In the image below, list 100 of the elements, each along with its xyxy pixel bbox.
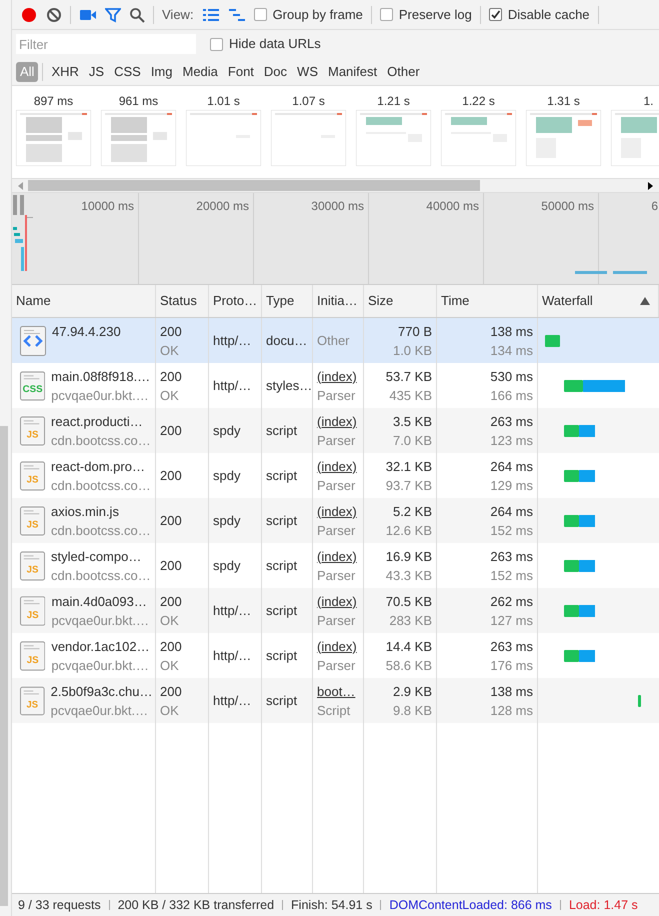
size-text: 3.5 KB [392, 412, 432, 430]
latency-text: 129 ms [490, 476, 533, 494]
size-text: 32.1 KB [386, 458, 432, 476]
initiator-link[interactable]: (index) [317, 366, 359, 386]
type-filter-tab[interactable]: Other [383, 62, 424, 82]
domain-text: cdn.bootcss.co… [51, 566, 147, 584]
waterfall-bar [564, 560, 595, 572]
request-row[interactable]: JS main.4d0a093… pcvqae0ur.bkt.… 200 OK http/… script (index) Parser 70.5 KB 283 KB 262 ms 127 ms [12, 588, 659, 633]
checkbox-label: Disable cache [508, 6, 590, 24]
file-icon: JS [20, 460, 46, 490]
latency-text: 166 ms [490, 386, 533, 404]
initiator-link[interactable]: (index) [317, 412, 359, 430]
list-view-icon[interactable] [202, 6, 220, 22]
latency-text: 127 ms [490, 612, 533, 630]
protocol-text: spdy [213, 422, 242, 440]
type-filter-tab[interactable]: Doc [260, 62, 292, 82]
video-camera-icon[interactable] [79, 8, 97, 22]
time-text: 138 ms [490, 682, 533, 700]
file-icon: JS [20, 640, 46, 670]
filter-field[interactable]: Filter [16, 34, 196, 54]
scrollbar-thumb[interactable] [28, 180, 480, 191]
type-text: script [266, 422, 298, 440]
initiator-link[interactable]: (index) [317, 592, 359, 610]
initiator-detail: Parser [317, 476, 356, 494]
scrollbar-thumb[interactable] [0, 426, 8, 906]
column-header[interactable]: Size [368, 291, 394, 311]
type-text: script [266, 512, 298, 530]
latency-text: 152 ms [490, 522, 533, 540]
initiator-link[interactable]: (index) [317, 636, 359, 656]
type-filter-tab[interactable]: Manifest [324, 62, 382, 82]
file-icon: JS [20, 506, 46, 536]
initiator-detail: Parser [317, 656, 356, 674]
type-filter-tab[interactable]: Font [224, 62, 258, 82]
sort-ascending-icon[interactable] [640, 297, 650, 305]
status-code: 200 [160, 422, 183, 440]
checkbox[interactable] [254, 8, 267, 21]
column-header[interactable]: Status [160, 291, 197, 311]
checkbox[interactable] [380, 8, 393, 21]
protocol-text: http/… [213, 332, 252, 350]
domain-text: pcvqae0ur.bkt.… [51, 612, 147, 630]
latency-text: 176 ms [490, 656, 533, 674]
record-button[interactable] [20, 6, 38, 24]
checkbox[interactable] [210, 38, 223, 50]
latency-text: 134 ms [490, 342, 533, 360]
status-code: 200 [160, 682, 183, 700]
waterfall-view-icon[interactable] [228, 6, 246, 22]
domain-text: cdn.bootcss.co… [51, 476, 147, 494]
status-text: DOMContentLoaded: 866 ms [389, 896, 552, 914]
file-name: vendor.1ac102… [51, 638, 147, 656]
filter-icon[interactable] [105, 6, 121, 22]
initiator-link[interactable]: boot… [317, 682, 359, 700]
waterfall-bar [564, 424, 595, 436]
initiator-link[interactable]: (index) [317, 456, 359, 476]
status-text: 200 KB / 332 KB transferred [118, 896, 274, 914]
checkbox[interactable] [488, 8, 502, 21]
type-text: script [266, 692, 298, 710]
initiator-detail: Script [317, 702, 352, 720]
initiator-link[interactable]: (index) [317, 502, 359, 520]
request-row[interactable]: 47.94.4.230 200 OK http/… docu… Other 770 B 1.0 KB 138 ms 134 ms [12, 318, 659, 363]
file-name: styled-compo… [51, 548, 142, 566]
status-text: Finish: 54.91 s [291, 896, 372, 914]
size-text: 53.7 KB [386, 368, 432, 386]
column-header[interactable]: Initia… [317, 291, 358, 311]
type-text: script [266, 602, 298, 620]
resource-size: 12.6 KB [386, 522, 432, 540]
resource-size: 9.8 KB [392, 702, 432, 720]
initiator-detail: Other [317, 332, 351, 350]
time-text: 262 ms [490, 592, 533, 610]
column-header[interactable]: Proto… [213, 291, 258, 311]
status-text: OK [160, 656, 180, 674]
axis-tick: 30000 ms [311, 198, 364, 211]
column-header[interactable]: Time [441, 291, 470, 311]
clear-icon[interactable] [46, 6, 62, 22]
type-filter-tab[interactable]: Img [146, 62, 176, 82]
axis-tick: 6 [651, 198, 658, 211]
column-header[interactable]: Name [16, 291, 51, 311]
frame-time: 897 ms [34, 93, 74, 106]
type-filter-tab[interactable]: CSS [110, 62, 145, 82]
type-filter-tab[interactable]: Media [178, 62, 222, 82]
scroll-left-icon[interactable] [16, 180, 24, 190]
status-code: 200 [160, 368, 183, 386]
request-row[interactable]: JS 2.5b0f9a3c.chu… pcvqae0ur.bkt.… 200 OK http/… script boot… Script 2.9 KB 9.8 KB 138 ms 128 ms [12, 678, 659, 723]
time-text: 263 ms [490, 638, 533, 656]
status-text: OK [160, 342, 180, 360]
frame-time: 1.01 s [207, 93, 240, 106]
initiator-link[interactable]: (index) [317, 546, 359, 566]
scroll-right-icon[interactable] [647, 180, 655, 190]
type-filter-tab[interactable]: JS [84, 62, 108, 82]
column-header[interactable]: Type [266, 291, 294, 311]
status-code: 200 [160, 322, 183, 340]
column-header[interactable]: Waterfall [542, 291, 593, 311]
waterfall-bar [564, 514, 595, 526]
type-filter-tab[interactable]: WS [293, 62, 322, 82]
resource-size: 58.6 KB [386, 656, 432, 674]
type-filter-tab[interactable]: XHR [47, 62, 83, 82]
search-icon[interactable] [129, 6, 145, 22]
type-text: script [266, 467, 298, 485]
grip-icon[interactable] [12, 195, 26, 215]
size-text: 2.9 KB [392, 682, 432, 700]
status-code: 200 [160, 512, 183, 530]
